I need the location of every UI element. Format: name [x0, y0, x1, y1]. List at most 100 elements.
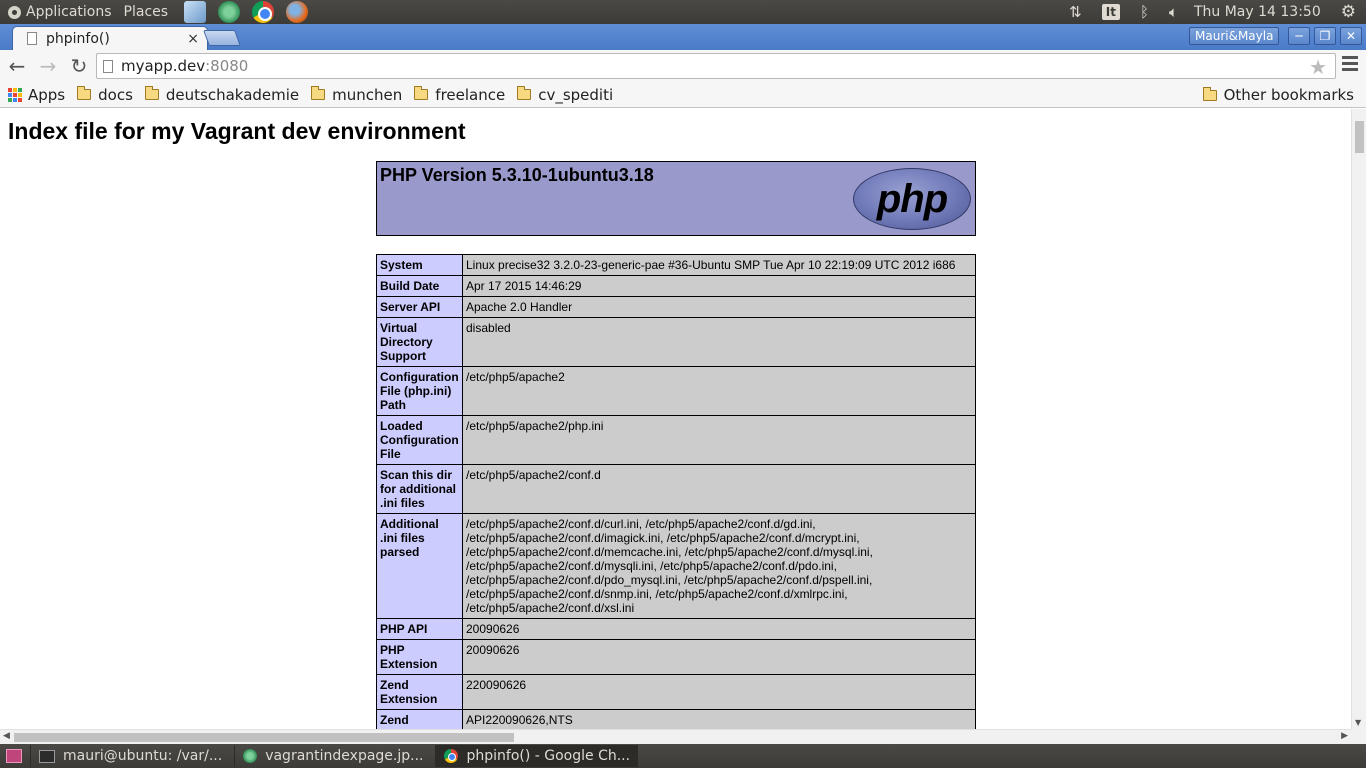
profile-button[interactable]: Mauri&Mayla [1189, 27, 1280, 45]
task-terminal[interactable]: mauri@ubuntu: /var/... [30, 745, 230, 767]
system-tray: ⇅ It ᛒ 🔈︎ Thu May 14 13:50 ⚙ [1059, 0, 1366, 24]
chrome-menu-icon[interactable] [1342, 56, 1358, 74]
atom-launcher-icon[interactable] [218, 1, 241, 23]
bookmark-apps[interactable]: Apps [8, 86, 65, 104]
keyboard-layout-label: It [1101, 4, 1120, 20]
tab-phpinfo[interactable]: phpinfo() × [12, 26, 208, 50]
row-key: Zend [376, 709, 463, 729]
table-row: PHP Extension 20090626 [376, 639, 976, 675]
task-label: mauri@ubuntu: /var/... [63, 748, 223, 764]
new-tab-button[interactable] [203, 30, 241, 46]
horizontal-scroll-thumb[interactable] [14, 733, 514, 742]
row-key: Zend Extension [376, 674, 463, 710]
table-row: Virtual Directory Support disabled [376, 317, 976, 367]
folder-icon [77, 86, 92, 100]
profile-name: Mauri&Mayla [1195, 29, 1274, 43]
row-value: /etc/php5/apache2 [462, 366, 976, 416]
applications-menu[interactable]: Applications [0, 0, 116, 24]
scroll-down-arrow-icon[interactable]: ▼ [1355, 718, 1361, 727]
browser-toolbar: ← → ↻ myapp.dev:8080 ★ [0, 50, 1366, 82]
row-key: PHP API [376, 618, 463, 640]
places-menu[interactable]: Places [120, 0, 173, 24]
arrow-left-icon: ← [8, 54, 26, 78]
tab-title: phpinfo() [46, 30, 110, 47]
top-panel: Applications Places ⇅ It ᛒ 🔈︎ Thu May 14… [0, 0, 1366, 24]
show-desktop-icon[interactable] [6, 749, 22, 763]
horizontal-scrollbar[interactable]: ◀ ▶ [0, 729, 1351, 744]
row-value: 20090626 [462, 639, 976, 675]
other-bookmarks-folder[interactable]: Other bookmarks [1202, 86, 1354, 104]
bookmark-folder-munchen[interactable]: munchen [311, 86, 402, 104]
table-row: Configuration File (php.ini) Path/etc/ph… [376, 366, 976, 416]
table-row: Build Date Apr 17 2015 14:46:29 [376, 275, 976, 297]
url-host: myapp.dev [121, 57, 206, 75]
forward-button[interactable]: → [34, 52, 62, 80]
session-gear-icon[interactable]: ⚙ [1341, 2, 1356, 22]
image-viewer-icon [243, 749, 258, 763]
applications-menu-label: Applications [26, 4, 112, 20]
folder-icon [144, 86, 159, 100]
bookmark-folder-docs[interactable]: docs [77, 86, 133, 104]
php-logo[interactable]: php [853, 168, 971, 230]
task-label: vagrantindexpage.jp... [265, 748, 424, 764]
arrow-right-icon: → [39, 54, 57, 78]
row-key: Server API [376, 296, 463, 318]
back-button[interactable]: ← [3, 52, 31, 80]
bluetooth-icon[interactable]: ᛒ [1140, 3, 1149, 21]
table-row: Loaded Configuration File/etc/php5/apach… [376, 415, 976, 465]
keyboard-layout-indicator[interactable]: It [1101, 4, 1120, 20]
clock[interactable]: Thu May 14 13:50 [1194, 4, 1321, 20]
bottom-taskbar: mauri@ubuntu: /var/... vagrantindexpage.… [0, 744, 1366, 768]
task-image-viewer[interactable]: vagrantindexpage.jp... [234, 745, 431, 767]
virtualbox-launcher-icon[interactable] [184, 1, 207, 23]
folder-icon [517, 86, 532, 100]
bookmark-star-icon[interactable]: ★ [1309, 55, 1327, 79]
chrome-icon [444, 749, 459, 763]
terminal-icon [39, 749, 55, 763]
page-title: Index file for my Vagrant dev environmen… [8, 118, 466, 144]
vertical-scroll-thumb[interactable] [1355, 121, 1364, 153]
scroll-right-arrow-icon[interactable]: ▶ [1341, 731, 1348, 741]
vertical-scrollbar[interactable]: ▼ [1351, 109, 1366, 729]
tab-strip: phpinfo() × Mauri&Mayla ─ ❐ ✕ [0, 24, 1366, 50]
folder-icon [311, 86, 326, 100]
scroll-left-arrow-icon[interactable]: ◀ [3, 731, 10, 741]
table-row: System Linux precise32 3.2.0-23-generic-p… [376, 254, 976, 276]
task-label: phpinfo() - Google Ch... [466, 748, 631, 764]
row-value: disabled [462, 317, 976, 367]
row-key: PHP Extension [376, 639, 463, 675]
row-value: Apr 17 2015 14:46:29 [462, 275, 976, 297]
php-logo-text: php [876, 176, 948, 221]
chrome-launcher-icon[interactable] [252, 1, 275, 23]
row-key: Additional .ini files parsed [376, 513, 463, 619]
reload-icon: ↻ [70, 54, 88, 78]
bookmark-folder-deutschakademie[interactable]: deutschakademie [144, 86, 299, 104]
reload-button[interactable]: ↻ [65, 52, 93, 80]
bookmark-apps-label: Apps [28, 85, 66, 104]
tab-close-icon[interactable]: × [187, 31, 199, 47]
other-bookmarks-label: Other bookmarks [1223, 86, 1354, 104]
folder-icon [1202, 86, 1217, 101]
bookmark-label: docs [98, 85, 133, 104]
phpinfo-table: System Linux precise32 3.2.0-23-generic-p… [376, 254, 976, 729]
table-row: PHP API 20090626 [376, 618, 976, 640]
table-row: Server API Apache 2.0 Handler [376, 296, 976, 318]
firefox-launcher-icon[interactable] [286, 1, 309, 23]
table-row: Scan this dir for additional .ini files /… [376, 464, 976, 514]
volume-icon[interactable]: 🔈︎ [1169, 3, 1178, 21]
close-window-icon[interactable]: ✕ [1340, 27, 1362, 45]
apps-grid-icon [8, 87, 22, 102]
bookmark-folder-freelance[interactable]: freelance [414, 86, 505, 104]
bookmark-folder-cv-spediti[interactable]: cv_spediti [517, 86, 613, 104]
address-bar[interactable]: myapp.dev:8080 ★ [96, 53, 1336, 79]
minimize-icon[interactable]: ─ [1288, 27, 1310, 45]
row-value: /etc/php5/apache2/conf.d [462, 464, 976, 514]
maximize-icon[interactable]: ❐ [1314, 27, 1336, 45]
network-icon[interactable]: ⇅ [1069, 3, 1082, 21]
folder-icon [414, 86, 429, 100]
url-port: :8080 [205, 57, 249, 75]
table-row: Zend Extension 220090626 [376, 674, 976, 710]
task-chrome[interactable]: phpinfo() - Google Ch... [435, 745, 639, 767]
php-version-header: PHP Version 5.3.10-1ubuntu3.18 php [376, 161, 976, 236]
row-value: Apache 2.0 Handler [462, 296, 976, 318]
